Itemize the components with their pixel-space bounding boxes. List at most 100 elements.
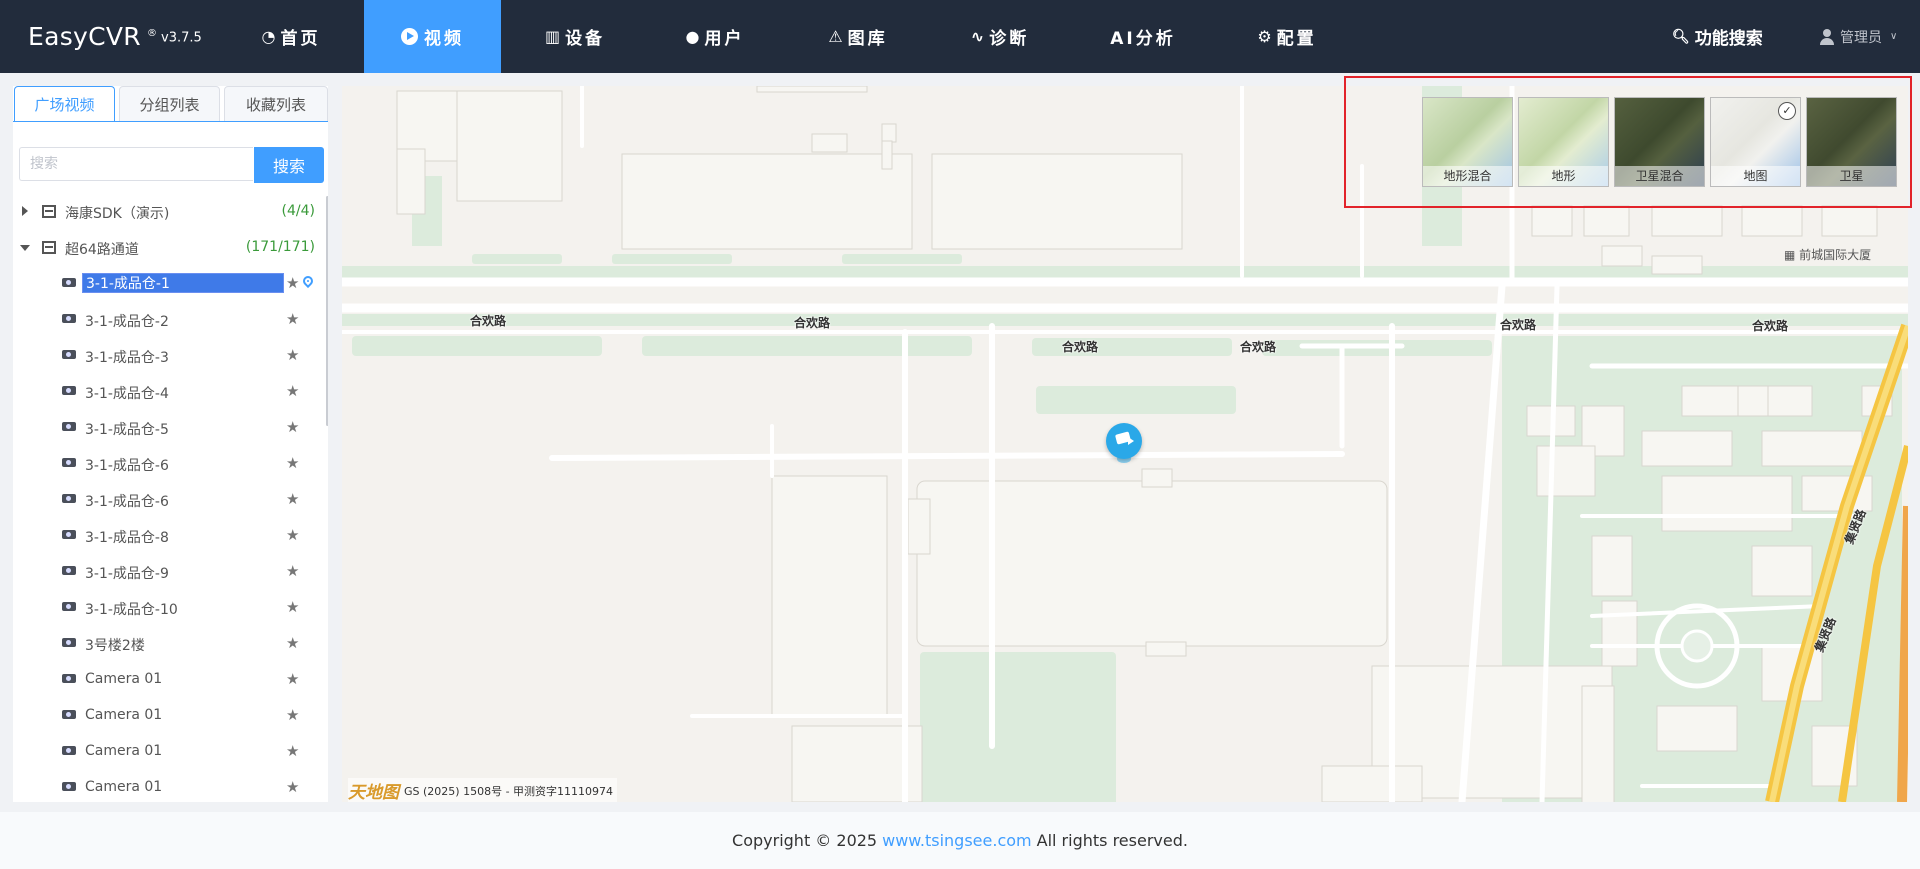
channel-search-input[interactable] (19, 147, 253, 181)
channel-label: 3-1-成品仓-3 (85, 350, 169, 366)
group-label: 海康SDK（演示) (65, 206, 170, 222)
map-layer-label: 卫星 (1807, 166, 1896, 186)
user-menu[interactable]: 管理员 ∨ (1820, 0, 1897, 73)
channel-label: 3号楼2楼 (85, 638, 145, 654)
camera-marker[interactable] (1104, 423, 1144, 463)
tree-group[interactable]: 海康SDK（演示) (4/4) (13, 194, 325, 230)
channel-item[interactable]: Camera 01 ★ (13, 698, 325, 734)
map-layer-option[interactable]: 地图 ✓ (1710, 97, 1801, 187)
pulse-icon: ∿ (970, 27, 985, 46)
channel-item[interactable]: Camera 01 ★ (13, 734, 325, 770)
star-icon[interactable]: ★ (286, 382, 299, 400)
channel-item[interactable]: 3-1-成品仓-5 ★ (13, 410, 325, 446)
nav-ai-analysis[interactable]: AI分析 (1088, 0, 1198, 73)
channel-item[interactable]: 3-1-成品仓-2 ★ (13, 302, 325, 338)
star-icon[interactable]: ★ (286, 670, 299, 688)
group-label: 超64路通道 (65, 242, 139, 258)
chevron-right-icon[interactable] (22, 206, 28, 216)
channel-item[interactable]: 3-1-成品仓-8 ★ (13, 518, 325, 554)
map-layer-option[interactable]: 卫星 (1806, 97, 1897, 187)
camera-icon (62, 422, 76, 433)
tree-group[interactable]: 超64路通道 (171/171) (13, 230, 325, 266)
chevron-down-icon[interactable] (20, 245, 30, 251)
star-icon[interactable]: ★ (286, 418, 299, 436)
channel-label: Camera 01 (85, 743, 163, 759)
camera-icon (62, 638, 76, 649)
nav-gallery[interactable]: ⚠ 图库 (803, 0, 913, 73)
nav-ai-analysis-label: AI分析 (1110, 29, 1176, 49)
panel-tabs: 广场视频 分组列表 收藏列表 (13, 86, 328, 122)
nav-home[interactable]: ◔ 首页 (236, 0, 346, 73)
channel-item[interactable]: 3-1-成品仓-10 ★ (13, 590, 325, 626)
channel-item[interactable]: 3-1-成品仓-1 ★ (13, 266, 325, 302)
channel-search-button[interactable]: 搜索 (254, 147, 324, 183)
avatar-icon (1820, 28, 1834, 45)
tab-square-video[interactable]: 广场视频 (14, 86, 115, 122)
map-layer-option[interactable]: 卫星混合 (1614, 97, 1705, 187)
copyright-suffix: All rights reserved. (1036, 831, 1188, 850)
poi-label: ▦ 前城国际大厦 (1784, 246, 1871, 263)
channel-panel: 广场视频 分组列表 收藏列表 搜索 海康SDK（演示) (4/4) 超64路通道… (13, 86, 328, 802)
channel-label: 3-1-成品仓-6 (85, 494, 169, 510)
star-icon[interactable]: ★ (286, 634, 299, 652)
channel-label: 3-1-成品仓-10 (85, 602, 178, 618)
search-icon: 🔍︎ (1672, 28, 1690, 45)
map-layer-label: 地图 (1711, 166, 1800, 186)
nav-config[interactable]: ⚙ 配置 (1232, 0, 1342, 73)
alarm-icon: ⚠ (828, 27, 843, 46)
channel-item[interactable]: 3-1-成品仓-9 ★ (13, 554, 325, 590)
panel-scrollbar[interactable] (326, 196, 328, 426)
channel-label: Camera 01 (85, 779, 163, 795)
company-link[interactable]: www.tsingsee.com (882, 831, 1032, 850)
star-icon[interactable]: ★ (286, 346, 299, 364)
star-icon[interactable]: ★ (286, 310, 299, 328)
road-label: 合欢路 (1752, 319, 1789, 333)
building-icon: ▦ (1784, 248, 1800, 262)
device-icon: ▥ (544, 27, 561, 46)
gear-icon: ⚙ (1257, 27, 1272, 46)
camera-icon (62, 710, 76, 721)
nav-user[interactable]: ● 用户 (660, 0, 770, 73)
star-icon[interactable]: ★ (286, 742, 299, 760)
camera-icon (62, 674, 76, 685)
app-logo[interactable]: EasyCVR (28, 22, 141, 51)
nav-video[interactable]: 视频 (364, 0, 501, 73)
location-pin-icon[interactable] (300, 273, 316, 289)
dashboard-icon: ◔ (261, 27, 276, 46)
map-layer-label: 地形混合 (1423, 166, 1512, 186)
star-icon[interactable]: ★ (286, 598, 299, 616)
nav-config-label: 配置 (1276, 29, 1317, 49)
channel-label: 3-1-成品仓-8 (85, 530, 169, 546)
check-icon: ✓ (1778, 102, 1796, 120)
map-layer-option[interactable]: 地形 (1518, 97, 1609, 187)
map-layer-option[interactable]: 地形混合 (1422, 97, 1513, 187)
nav-diagnose[interactable]: ∿ 诊断 (945, 0, 1055, 73)
tab-group-list[interactable]: 分组列表 (119, 86, 220, 122)
user-icon: ● (685, 27, 700, 46)
channel-item[interactable]: Camera 01 ★ (13, 662, 325, 698)
map-layer-label: 卫星混合 (1615, 166, 1704, 186)
star-icon[interactable]: ★ (286, 454, 299, 472)
channel-item[interactable]: 3号楼2楼 ★ (13, 626, 325, 662)
tab-favorites[interactable]: 收藏列表 (224, 86, 328, 122)
channel-item[interactable]: 3-1-成品仓-3 ★ (13, 338, 325, 374)
star-icon[interactable]: ★ (286, 778, 299, 796)
channel-item[interactable]: 3-1-成品仓-4 ★ (13, 374, 325, 410)
nav-diagnose-label: 诊断 (989, 29, 1030, 49)
play-icon (401, 28, 418, 45)
channel-item[interactable]: 3-1-成品仓-6 ★ (13, 482, 325, 518)
function-search-button[interactable]: 🔍︎ 功能搜索 (1672, 0, 1763, 73)
star-icon[interactable]: ★ (286, 490, 299, 508)
channel-label: 3-1-成品仓-1 (82, 273, 284, 293)
channel-label: Camera 01 (85, 671, 163, 687)
channel-label: 3-1-成品仓-4 (85, 386, 169, 402)
nav-device[interactable]: ▥ 设备 (520, 0, 630, 73)
server-icon (42, 205, 56, 218)
star-icon[interactable]: ★ (286, 562, 299, 580)
channel-item[interactable]: 3-1-成品仓-6 ★ (13, 446, 325, 482)
channel-item[interactable]: Camera 01 ★ (13, 770, 325, 802)
star-icon[interactable]: ★ (286, 274, 299, 292)
tianditu-logo: 天地图 (348, 783, 399, 802)
star-icon[interactable]: ★ (286, 706, 299, 724)
star-icon[interactable]: ★ (286, 526, 299, 544)
